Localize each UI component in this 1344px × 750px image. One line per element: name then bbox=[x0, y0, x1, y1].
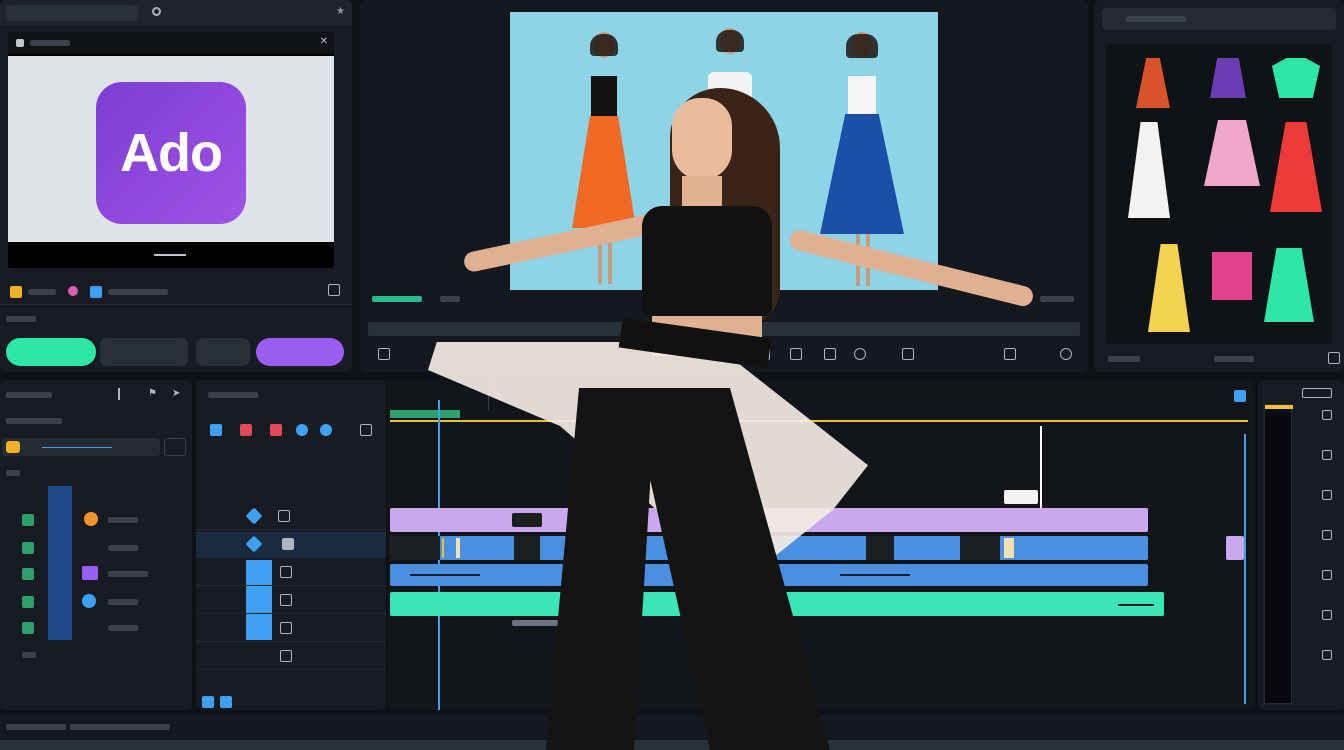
garment-orange-dress[interactable] bbox=[1136, 58, 1170, 108]
arrow-icon[interactable]: ➤ bbox=[172, 388, 180, 399]
track-headers-panel bbox=[196, 380, 386, 710]
meter-scale bbox=[1322, 410, 1338, 700]
bolt-icon bbox=[10, 286, 22, 298]
model-figure-left bbox=[572, 32, 636, 290]
timeline-end-marker bbox=[1244, 434, 1246, 704]
clip-lavender[interactable] bbox=[390, 508, 1148, 532]
camera-icon[interactable] bbox=[824, 348, 836, 360]
expand-icon[interactable] bbox=[1328, 352, 1340, 364]
link-icon[interactable] bbox=[152, 7, 161, 16]
clip-blue[interactable] bbox=[390, 564, 1148, 586]
text-icon[interactable] bbox=[790, 348, 802, 360]
export-button[interactable] bbox=[256, 338, 344, 366]
status-bar bbox=[0, 714, 1344, 750]
assets-search[interactable] bbox=[1102, 8, 1336, 30]
timeline-ruler[interactable] bbox=[390, 410, 1248, 428]
timeline-panel bbox=[388, 380, 1254, 710]
garment-pink-skirt[interactable] bbox=[1204, 120, 1260, 186]
settings-icon[interactable] bbox=[1060, 348, 1072, 360]
user-icon bbox=[68, 286, 78, 296]
layer-row-1[interactable] bbox=[22, 510, 182, 530]
options-button[interactable] bbox=[196, 338, 250, 366]
clip-blue-row[interactable] bbox=[390, 536, 1148, 560]
clip-lavender-end[interactable] bbox=[1226, 536, 1244, 560]
tab-label[interactable] bbox=[6, 5, 138, 21]
cloud-icon[interactable] bbox=[210, 424, 222, 436]
zoom-icon[interactable] bbox=[1234, 390, 1246, 402]
app-logo-text: Ado bbox=[120, 123, 223, 183]
grid-icon[interactable] bbox=[202, 696, 214, 708]
layer-row-2[interactable] bbox=[22, 538, 182, 558]
preview-window: ✕ Ado bbox=[8, 32, 334, 268]
eye-icon[interactable] bbox=[902, 348, 914, 360]
garment-green-skirt[interactable] bbox=[1264, 248, 1314, 322]
preview-header: ✕ bbox=[8, 32, 334, 54]
video-editor-app: ★ ✕ Ado ⚑ ➤ bbox=[0, 0, 1344, 750]
record-icon[interactable] bbox=[270, 424, 282, 436]
scissors-icon[interactable] bbox=[240, 424, 252, 436]
copy-icon[interactable] bbox=[360, 424, 372, 436]
export-icon[interactable] bbox=[328, 284, 340, 296]
split-icon[interactable] bbox=[378, 348, 390, 360]
app-icon bbox=[16, 39, 24, 47]
preview-stage bbox=[510, 12, 938, 290]
main-preview-panel bbox=[360, 0, 1088, 372]
garment-teal-top[interactable] bbox=[1272, 58, 1320, 98]
garment-white-dress[interactable] bbox=[1128, 122, 1170, 218]
app-logo: Ado bbox=[96, 82, 246, 224]
preview-canvas: Ado bbox=[8, 56, 334, 242]
garment-purple-top[interactable] bbox=[1210, 58, 1246, 98]
preview-scrubber[interactable] bbox=[154, 254, 186, 256]
layer-row-3[interactable] bbox=[22, 564, 182, 584]
panel-header: ★ bbox=[0, 0, 352, 26]
garment-magenta-pants[interactable] bbox=[1212, 252, 1252, 300]
preview-toolbar bbox=[360, 344, 1088, 366]
clip-teal[interactable] bbox=[390, 592, 1164, 616]
model-figure-center bbox=[700, 28, 760, 228]
info-row bbox=[8, 284, 344, 300]
divider bbox=[0, 304, 352, 305]
crop-icon[interactable] bbox=[758, 348, 770, 360]
media-preview-panel: ★ ✕ Ado bbox=[0, 0, 352, 372]
garment-red-dress[interactable] bbox=[1270, 122, 1322, 212]
pin-icon[interactable] bbox=[245, 507, 263, 525]
meter-header bbox=[1302, 388, 1332, 398]
assets-grid bbox=[1106, 44, 1332, 344]
timeline-scroll[interactable] bbox=[512, 620, 562, 626]
flag-icon[interactable]: ⚑ bbox=[148, 388, 157, 399]
cloud-icon[interactable] bbox=[854, 348, 866, 360]
circle-icon bbox=[84, 512, 98, 526]
bolt-icon bbox=[6, 441, 20, 453]
layers-panel: ⚑ ➤ bbox=[0, 380, 192, 710]
fullscreen-icon[interactable] bbox=[1004, 348, 1016, 360]
more-icon[interactable] bbox=[220, 696, 232, 708]
track-header-list bbox=[196, 504, 386, 684]
layer-row-5[interactable] bbox=[22, 618, 182, 638]
cloud-icon bbox=[90, 286, 102, 298]
audio-meter-panel bbox=[1258, 380, 1344, 710]
eye-icon[interactable] bbox=[245, 535, 263, 553]
assets-panel bbox=[1094, 0, 1344, 372]
lock-icon[interactable] bbox=[164, 438, 186, 456]
audio-meter bbox=[1264, 404, 1293, 704]
pin-icon[interactable] bbox=[320, 424, 332, 436]
globe-icon[interactable] bbox=[296, 424, 308, 436]
import-button[interactable] bbox=[6, 338, 96, 366]
info-icon[interactable] bbox=[118, 388, 120, 400]
model-figure-right bbox=[820, 32, 904, 290]
lock-icon[interactable] bbox=[278, 510, 290, 522]
preview-scrubber-track[interactable] bbox=[368, 322, 1080, 336]
close-icon[interactable]: ✕ bbox=[320, 36, 328, 47]
garment-yellow-dress[interactable] bbox=[1148, 244, 1190, 332]
star-icon[interactable]: ★ bbox=[336, 6, 345, 17]
playhead-label bbox=[1004, 490, 1038, 504]
secondary-button[interactable] bbox=[100, 338, 188, 366]
layer-row-4[interactable] bbox=[22, 592, 182, 612]
toolbar-icons bbox=[210, 424, 372, 438]
layer-selector[interactable] bbox=[2, 438, 160, 456]
